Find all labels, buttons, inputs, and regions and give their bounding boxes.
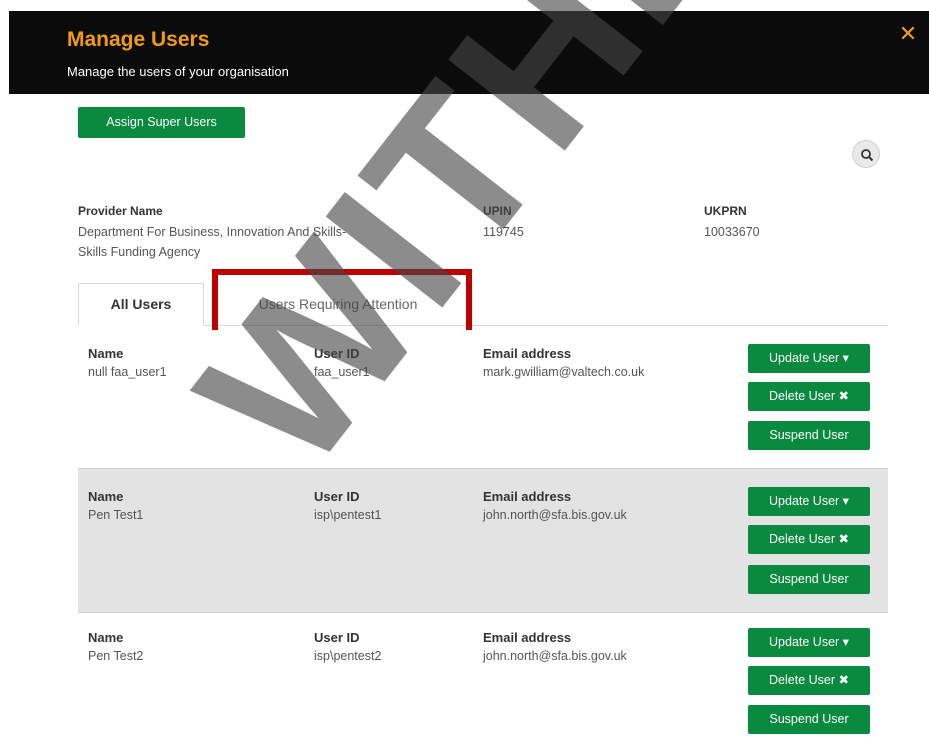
email-label: Email address [483, 346, 572, 361]
suspend-user-button[interactable]: Suspend User [748, 705, 870, 734]
user-row: Name Pen Test2 User ID isp\pentest2 Emai… [78, 614, 888, 746]
user-id-label: User ID [314, 346, 360, 361]
user-row: Name Pen Test1 User ID isp\pentest1 Emai… [78, 468, 888, 613]
name-label: Name [88, 346, 124, 361]
tab-users-requiring-attention[interactable]: Users Requiring Attention [213, 283, 463, 325]
ukprn-value: 10033670 [704, 225, 760, 239]
user-row: Name null faa_user1 User ID faa_user1 Em… [78, 330, 888, 467]
user-email: john.north@sfa.bis.gov.uk [483, 508, 627, 522]
ukprn-label: UKPRN [704, 204, 747, 218]
user-id: faa_user1 [314, 365, 370, 379]
user-id: isp\pentest1 [314, 508, 382, 522]
update-user-button[interactable]: Update User ▾ [748, 344, 870, 373]
user-email: mark.gwilliam@valtech.co.uk [483, 365, 645, 379]
upin-label: UPIN [483, 204, 512, 218]
suspend-user-button[interactable]: Suspend User [748, 565, 870, 594]
user-email: john.north@sfa.bis.gov.uk [483, 649, 627, 663]
provider-name-label: Provider Name [78, 204, 163, 218]
user-id-label: User ID [314, 630, 360, 645]
search-button[interactable] [852, 140, 880, 168]
suspend-user-button[interactable]: Suspend User [748, 421, 870, 450]
email-label: Email address [483, 489, 572, 504]
email-label: Email address [483, 630, 572, 645]
delete-user-button[interactable]: Delete User ✖ [748, 382, 870, 411]
search-icon [861, 149, 874, 162]
update-user-button[interactable]: Update User ▾ [748, 487, 870, 516]
modal-title: Manage Users [67, 28, 210, 51]
modal-subtitle: Manage the users of your organisation [67, 64, 289, 79]
user-name: null faa_user1 [88, 365, 167, 379]
provider-name-value-line2: Skills Funding Agency [78, 245, 201, 259]
delete-user-button[interactable]: Delete User ✖ [748, 666, 870, 695]
name-label: Name [88, 489, 124, 504]
assign-super-users-button[interactable]: Assign Super Users [78, 107, 245, 138]
tab-all-users[interactable]: All Users [78, 283, 204, 326]
user-id-label: User ID [314, 489, 360, 504]
user-id: isp\pentest2 [314, 649, 382, 663]
close-icon[interactable]: ✕ [896, 22, 920, 46]
update-user-button[interactable]: Update User ▾ [748, 628, 870, 657]
user-name: Pen Test2 [88, 649, 144, 663]
upin-value: 119745 [483, 225, 524, 239]
user-name: Pen Test1 [88, 508, 144, 522]
name-label: Name [88, 630, 124, 645]
delete-user-button[interactable]: Delete User ✖ [748, 525, 870, 554]
modal-header: Manage Users Manage the users of your or… [9, 11, 929, 94]
provider-name-value-line1: Department For Business, Innovation And … [78, 225, 347, 239]
